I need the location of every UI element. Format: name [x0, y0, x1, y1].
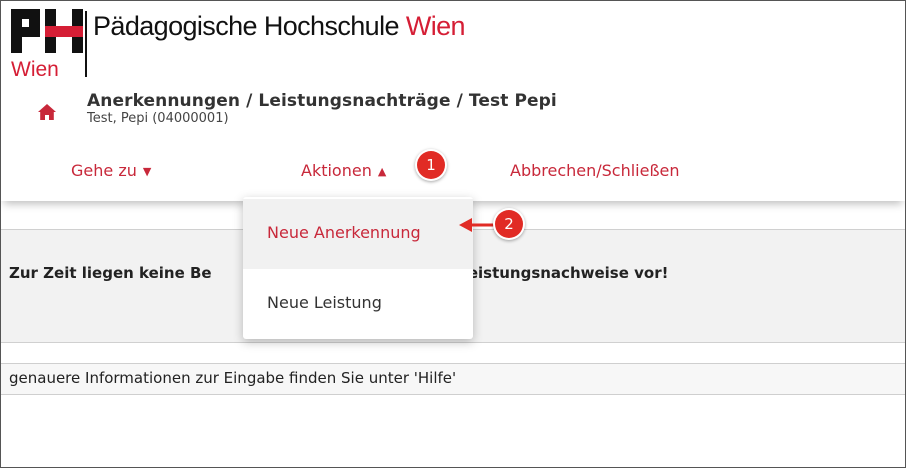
menu-item-new-recognition-label: Neue Anerkennung	[267, 223, 421, 242]
step-1-badge: 1	[417, 151, 445, 179]
school-name-main: Pädagogische Hochschule	[93, 11, 400, 41]
caret-down-icon: ▼	[142, 165, 152, 178]
page-title: Anerkennungen / Leistungsnachträge / Tes…	[87, 91, 557, 111]
menu-item-new-achievement[interactable]: Neue Leistung	[243, 269, 473, 339]
goto-menu[interactable]: Gehe zu ▼	[71, 161, 151, 180]
actions-menu-label: Aktionen	[301, 161, 372, 180]
logo-city-text: Wien	[11, 58, 59, 81]
ph-logo-mark	[11, 9, 83, 53]
menu-item-new-recognition[interactable]: Neue Anerkennung	[243, 199, 473, 269]
school-name-accent: Wien	[405, 11, 466, 41]
ph-wien-logo: Wien	[11, 9, 85, 81]
action-menubar: Gehe zu ▼ Aktionen ▲ Abbrechen/Schließen	[1, 141, 905, 201]
arrow-left-icon	[459, 218, 497, 232]
cancel-close-link[interactable]: Abbrechen/Schließen	[510, 161, 680, 180]
school-name: Pädagogische Hochschule Wien	[93, 10, 466, 42]
empty-state-message-left: Zur Zeit liegen keine Be	[9, 264, 212, 282]
step-2-badge: 2	[495, 210, 523, 238]
app-frame: Wien Pädagogische Hochschule Wien Anerke…	[0, 0, 906, 468]
info-bar: genauere Informationen zur Eingabe finde…	[1, 363, 905, 395]
actions-menu[interactable]: Aktionen ▲	[301, 161, 386, 180]
logo-divider	[85, 11, 87, 77]
actions-dropdown: Neue Anerkennung Neue Leistung	[243, 197, 473, 339]
student-subtitle: Test, Pepi (04000001)	[87, 111, 229, 126]
caret-up-icon: ▲	[377, 165, 387, 178]
help-info-text: genauere Informationen zur Eingabe finde…	[9, 369, 457, 387]
menu-item-new-achievement-label: Neue Leistung	[267, 293, 382, 312]
home-icon[interactable]	[37, 103, 57, 121]
goto-menu-label: Gehe zu	[71, 161, 137, 180]
empty-state-message-right: e/Leistungsnachweise vor!	[442, 264, 669, 282]
